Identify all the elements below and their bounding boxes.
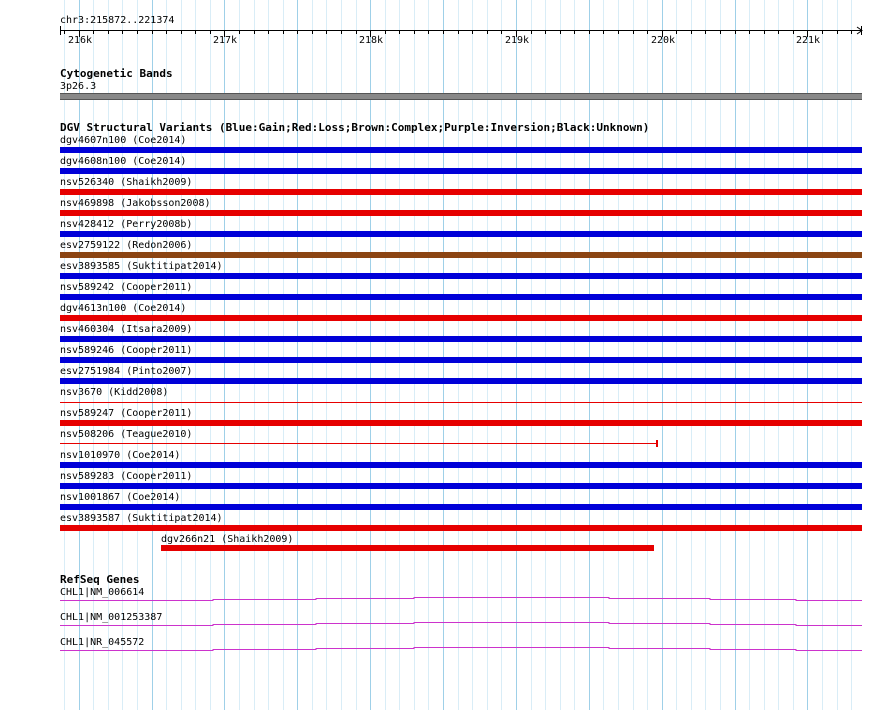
- dgv-variant-label[interactable]: nsv460304 (Itsara2009): [60, 324, 192, 335]
- genome-browser-view: chr3:215872..221374 216k 217k 218k 219k 220k…: [0, 0, 890, 710]
- dgv-variant-label[interactable]: nsv526340 (Shaikh2009): [60, 177, 192, 188]
- dgv-variant-label[interactable]: nsv589242 (Cooper2011): [60, 282, 192, 293]
- dgv-variant-label[interactable]: esv2759122 (Redon2006): [60, 240, 192, 251]
- dgv-variant-bar[interactable]: [60, 357, 862, 363]
- dgv-variant-bar[interactable]: [60, 443, 656, 444]
- cytoband-bar[interactable]: [60, 93, 862, 100]
- refseq-gene-model[interactable]: [0, 596, 890, 608]
- dgv-variant-label[interactable]: dgv4613n100 (Coe2014): [60, 303, 186, 314]
- dgv-variant-label[interactable]: nsv589247 (Cooper2011): [60, 408, 192, 419]
- dgv-variant-bar[interactable]: [60, 189, 862, 195]
- dgv-variant-label[interactable]: nsv469898 (Jakobsson2008): [60, 198, 211, 209]
- cytobands-track-title: Cytogenetic Bands: [60, 67, 173, 80]
- dgv-variant-label[interactable]: esv3893587 (Suktitipat2014): [60, 513, 223, 524]
- refseq-track-title: RefSeq Genes: [60, 573, 140, 586]
- dgv-variant-bar[interactable]: [60, 294, 862, 300]
- dgv-variant-bar[interactable]: [60, 315, 862, 321]
- refseq-gene-model[interactable]: [0, 621, 890, 633]
- dgv-variant-bar[interactable]: [60, 252, 862, 258]
- refseq-gene-line[interactable]: [60, 622, 862, 626]
- position-ruler[interactable]: [0, 26, 890, 48]
- dgv-variant-label[interactable]: dgv4608n100 (Coe2014): [60, 156, 186, 167]
- ruler-tick-label: 217k: [213, 35, 238, 46]
- dgv-variant-bar[interactable]: [60, 147, 862, 153]
- dgv-variant-bar[interactable]: [161, 545, 654, 551]
- dgv-variant-bar[interactable]: [60, 210, 862, 216]
- dgv-variant-bar[interactable]: [60, 336, 862, 342]
- dgv-variant-bar[interactable]: [60, 504, 862, 510]
- dgv-variant-label[interactable]: nsv508206 (Teague2010): [60, 429, 192, 440]
- dgv-variant-label[interactable]: esv2751984 (Pinto2007): [60, 366, 192, 377]
- dgv-variant-bar[interactable]: [60, 462, 862, 468]
- dgv-variant-label[interactable]: nsv3670 (Kidd2008): [60, 387, 168, 398]
- ruler-tick-label: 218k: [359, 35, 384, 46]
- dgv-variant-label[interactable]: dgv266n21 (Shaikh2009): [161, 534, 293, 545]
- dgv-variant-label[interactable]: nsv1010970 (Coe2014): [60, 450, 180, 461]
- dgv-variant-bar[interactable]: [60, 420, 862, 426]
- dgv-variant-bar[interactable]: [60, 483, 862, 489]
- refseq-gene-model[interactable]: [0, 646, 890, 658]
- dgv-variant-bar[interactable]: [60, 273, 862, 279]
- dgv-track-title: DGV Structural Variants (Blue:Gain;Red:L…: [60, 121, 650, 134]
- dgv-variant-label[interactable]: nsv428412 (Perry2008b): [60, 219, 192, 230]
- coordinate-label: chr3:215872..221374: [60, 15, 175, 26]
- ruler-tick-label: 221k: [796, 35, 821, 46]
- dgv-variant-bar[interactable]: [60, 231, 862, 237]
- dgv-variant-label[interactable]: nsv589246 (Cooper2011): [60, 345, 192, 356]
- ruler-tick-label: 220k: [651, 35, 676, 46]
- dgv-variant-end-cap: [656, 440, 658, 447]
- cytoband-label: 3p26.3: [60, 81, 97, 92]
- dgv-variant-bar[interactable]: [60, 378, 862, 384]
- refseq-gene-line[interactable]: [60, 597, 862, 601]
- dgv-variant-label[interactable]: nsv1001867 (Coe2014): [60, 492, 180, 503]
- dgv-variant-label[interactable]: dgv4607n100 (Coe2014): [60, 135, 186, 146]
- dgv-variant-label[interactable]: esv3893585 (Suktitipat2014): [60, 261, 223, 272]
- ruler-tick-label: 219k: [505, 35, 530, 46]
- dgv-variant-bar[interactable]: [60, 525, 862, 531]
- refseq-gene-line[interactable]: [60, 647, 862, 651]
- dgv-variant-label[interactable]: nsv589283 (Cooper2011): [60, 471, 192, 482]
- dgv-variant-bar[interactable]: [60, 168, 862, 174]
- dgv-variant-bar[interactable]: [60, 402, 862, 403]
- ruler-tick-label: 216k: [68, 35, 93, 46]
